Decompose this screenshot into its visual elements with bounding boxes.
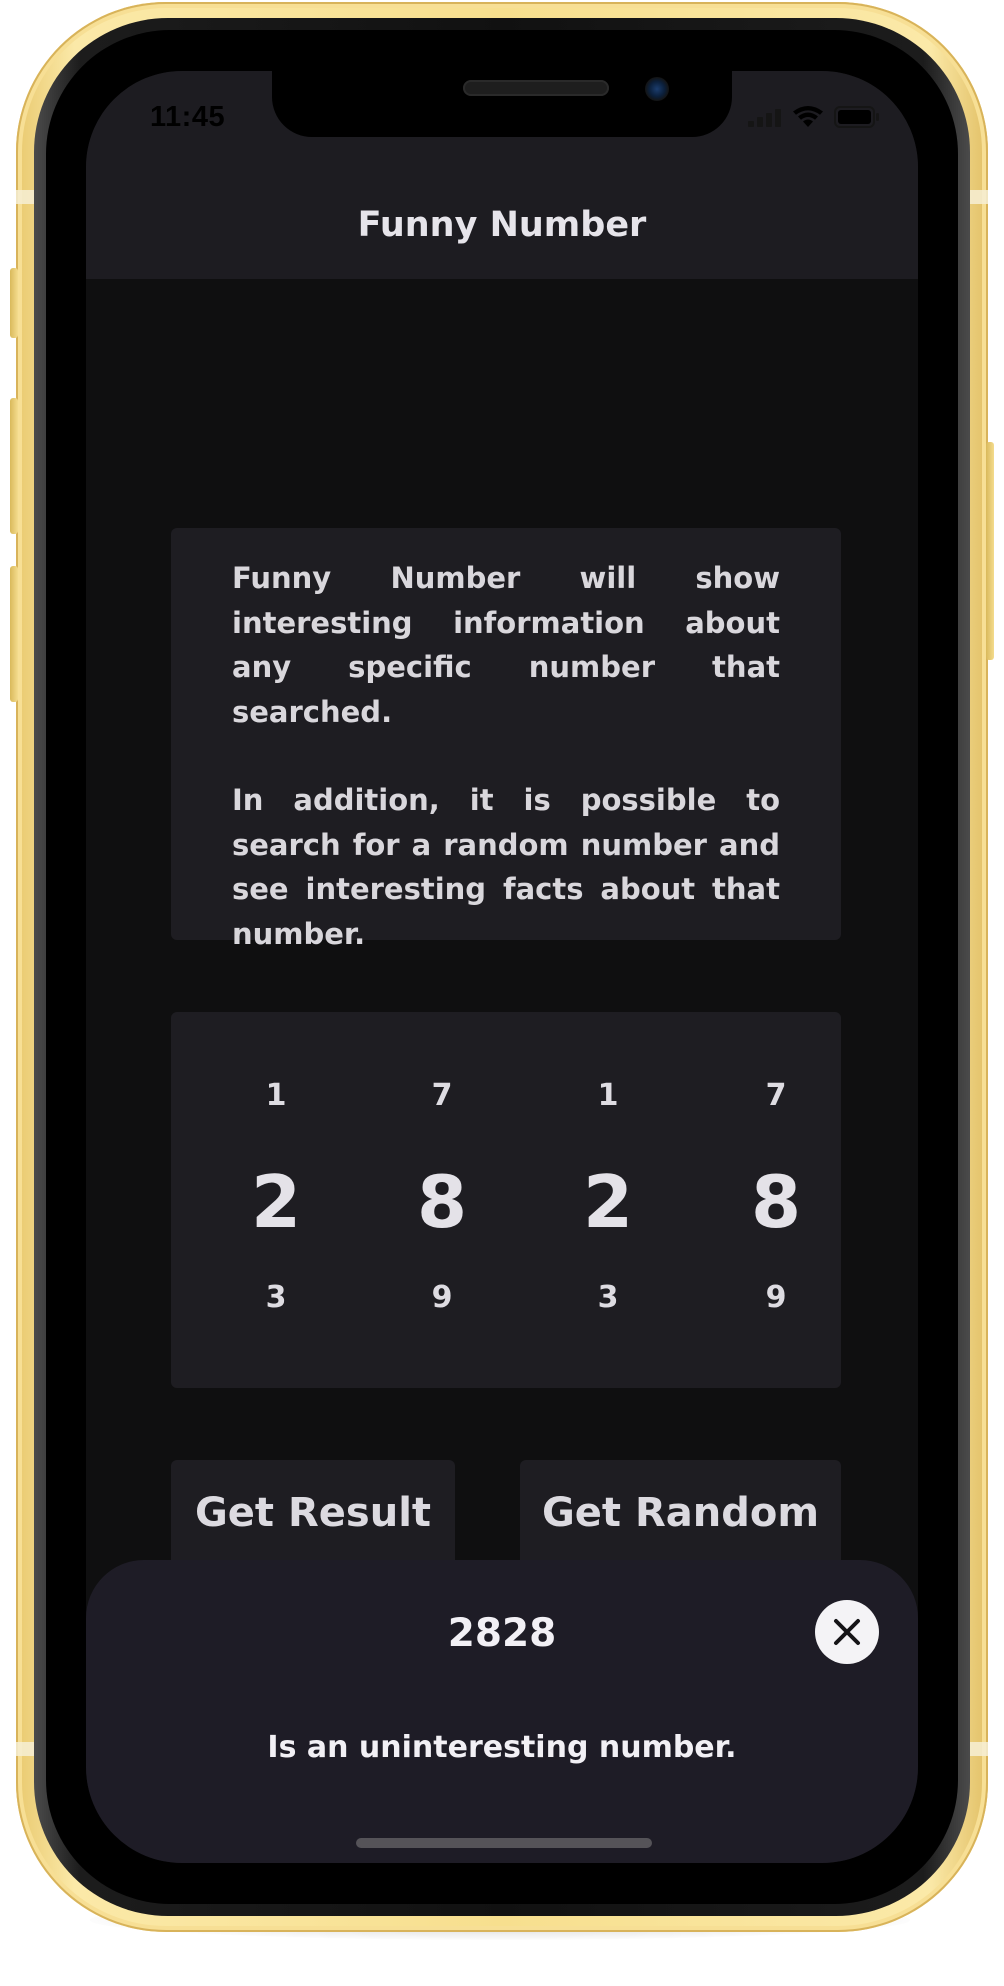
description-paragraph: In addition, it is possible to search fo… — [232, 783, 780, 951]
picker-selected-digit[interactable]: 8 — [382, 1160, 502, 1244]
picker-option[interactable]: 7 — [716, 1078, 836, 1113]
number-picker[interactable]: 1 2 3 7 8 9 1 2 3 7 8 9 — [171, 1012, 841, 1388]
antenna-line — [16, 190, 34, 204]
description-paragraph: Funny Number will show interesting infor… — [232, 561, 780, 729]
power-button — [986, 442, 994, 660]
battery-icon — [834, 106, 880, 132]
picker-option[interactable]: 3 — [548, 1280, 668, 1315]
description-card: Funny Number will show interesting infor… — [171, 528, 841, 951]
picker-option[interactable]: 9 — [716, 1280, 836, 1315]
result-number: 2828 — [447, 1611, 557, 1656]
result-message: Is an uninteresting number. — [267, 1730, 737, 1765]
picker-selected-digit[interactable]: 8 — [716, 1160, 836, 1244]
picker-selected-digit[interactable]: 2 — [548, 1160, 668, 1244]
wifi-icon — [792, 105, 824, 133]
status-time: 11:45 — [150, 101, 226, 133]
home-indicator[interactable] — [356, 1838, 652, 1848]
camera-notch — [272, 71, 732, 137]
antenna-line — [970, 1742, 988, 1756]
antenna-line — [16, 1742, 34, 1756]
picker-column[interactable]: 1 2 3 — [216, 1012, 336, 1388]
volume-down-button — [10, 566, 18, 702]
page-title: Funny Number — [357, 205, 647, 245]
picker-option[interactable]: 1 — [548, 1078, 668, 1113]
picker-column[interactable]: 7 8 9 — [716, 1012, 836, 1388]
get-result-button[interactable]: Get Result — [171, 1460, 455, 1570]
close-button[interactable] — [815, 1600, 879, 1664]
silent-switch — [10, 268, 18, 338]
volume-up-button — [10, 398, 18, 534]
picker-option[interactable]: 3 — [216, 1280, 336, 1315]
picker-option[interactable]: 7 — [382, 1078, 502, 1113]
antenna-line — [970, 190, 988, 204]
front-camera — [645, 77, 669, 101]
signal-icon — [748, 107, 782, 131]
get-random-button[interactable]: Get Random — [520, 1460, 841, 1570]
result-sheet: 2828 Is an uninteresting number. — [86, 1560, 918, 1863]
phone-screen: Funny Number 11:45 Funny Number will sho… — [86, 71, 918, 1863]
picker-selected-digit[interactable]: 2 — [216, 1160, 336, 1244]
earpiece-speaker — [463, 80, 609, 96]
picker-column[interactable]: 7 8 9 — [382, 1012, 502, 1388]
close-icon — [834, 1619, 860, 1645]
picker-option[interactable]: 1 — [216, 1078, 336, 1113]
status-icons — [748, 105, 880, 133]
picker-option[interactable]: 9 — [382, 1280, 502, 1315]
picker-column[interactable]: 1 2 3 — [548, 1012, 668, 1388]
